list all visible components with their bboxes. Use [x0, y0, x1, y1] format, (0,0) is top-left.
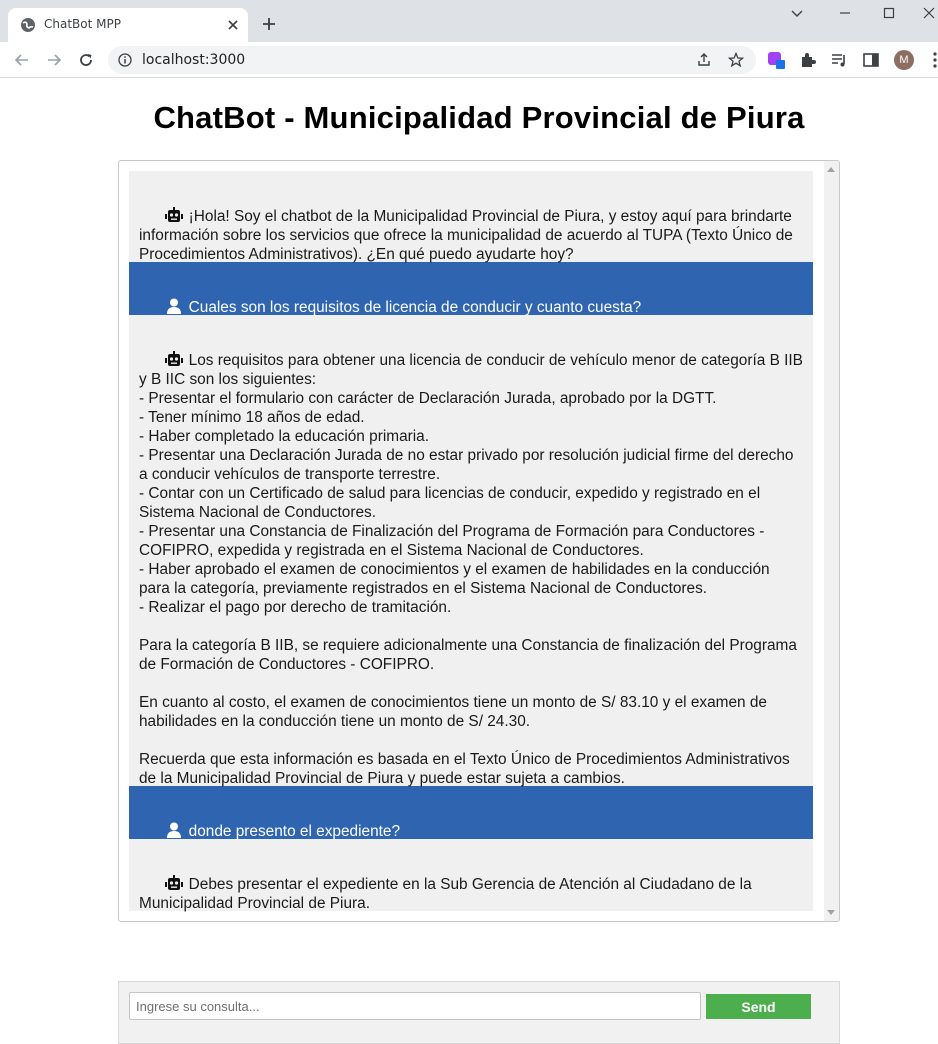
- user-message: donde presento el expediente?: [129, 786, 813, 840]
- message-text: Debes presentar el expediente en la Sub …: [139, 876, 756, 912]
- chat-scrollbar[interactable]: [824, 161, 839, 921]
- message-text: Cuales son los requisitos de licencia de…: [188, 299, 642, 316]
- tab-title: ChatBot MPP: [44, 17, 121, 31]
- reload-icon[interactable]: [78, 52, 94, 68]
- user-icon: [166, 822, 181, 838]
- close-icon[interactable]: [226, 18, 240, 32]
- user-icon: [166, 298, 181, 314]
- more-icon[interactable]: [926, 51, 938, 69]
- url-text: localhost:3000: [142, 52, 246, 68]
- extension-icon[interactable]: [767, 51, 785, 69]
- info-icon[interactable]: [118, 53, 132, 67]
- message-text: ¡Hola! Soy el chatbot de la Municipalida…: [139, 208, 798, 263]
- page-title: ChatBot - Municipalidad Provincial de Pi…: [153, 100, 805, 135]
- plus-icon[interactable]: [262, 17, 276, 31]
- robot-icon: [164, 351, 183, 366]
- robot-icon: [164, 207, 183, 222]
- user-message: Cuales son los requisitos de licencia de…: [129, 262, 813, 316]
- bot-message: Debes presentar el expediente en la Sub …: [129, 839, 813, 912]
- globe-icon: [21, 18, 35, 32]
- maximize-icon[interactable]: [882, 6, 896, 20]
- side-panel-icon[interactable]: [862, 51, 880, 69]
- bot-message: ¡Hola! Soy el chatbot de la Municipalida…: [129, 171, 813, 263]
- scroll-up-arrow-icon[interactable]: [827, 167, 835, 172]
- forward-icon[interactable]: [46, 52, 62, 68]
- back-icon[interactable]: [14, 52, 30, 68]
- chat-messages: ¡Hola! Soy el chatbot de la Municipalida…: [129, 171, 813, 912]
- query-input[interactable]: [129, 992, 701, 1020]
- message-text: Los requisitos para obtener una licencia…: [139, 352, 803, 787]
- minimize-icon[interactable]: [838, 6, 852, 20]
- share-icon[interactable]: [696, 52, 712, 68]
- browser-toolbar: localhost:3000: [0, 42, 938, 78]
- star-icon[interactable]: [728, 52, 744, 68]
- robot-icon: [164, 875, 183, 890]
- chevron-down-icon[interactable]: [790, 6, 804, 20]
- bot-message: Los requisitos para obtener una licencia…: [129, 315, 813, 787]
- message-text: donde presento el expediente?: [188, 823, 401, 840]
- browser-tab-bar: ChatBot MPP: [0, 0, 938, 42]
- puzzle-icon[interactable]: [799, 51, 817, 69]
- profile-avatar[interactable]: M: [894, 50, 914, 70]
- scroll-down-arrow-icon[interactable]: [827, 910, 835, 915]
- address-bar[interactable]: localhost:3000: [108, 46, 756, 74]
- browser-tab[interactable]: ChatBot MPP: [8, 8, 248, 42]
- reading-list-icon[interactable]: [830, 51, 848, 69]
- chat-container[interactable]: ¡Hola! Soy el chatbot de la Municipalida…: [118, 160, 840, 922]
- close-window-icon[interactable]: [922, 6, 936, 20]
- send-button[interactable]: Send: [706, 994, 811, 1019]
- chat-input-area: Send: [118, 981, 840, 1044]
